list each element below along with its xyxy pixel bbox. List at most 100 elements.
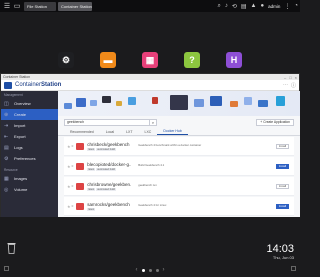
tab-lxt[interactable]: LXT bbox=[120, 130, 138, 135]
star-icon: ★ bbox=[67, 143, 71, 149]
desktop-page-nav: ‹ › bbox=[0, 263, 300, 277]
images-icon: ▦ bbox=[4, 175, 9, 182]
close-icon[interactable]: × bbox=[295, 75, 297, 80]
hd-icon[interactable]: H bbox=[226, 52, 242, 68]
page-dot[interactable] bbox=[148, 268, 152, 272]
list-item: ★ 0 chrisbrowne/geekben... latest automa… bbox=[64, 177, 294, 196]
menu-icon[interactable]: ☰ bbox=[2, 2, 12, 11]
username[interactable]: admin bbox=[268, 4, 280, 9]
result-list: ★ 0 chrisbeck/geekbench latest automated… bbox=[58, 137, 300, 216]
tag-badge: latest bbox=[87, 147, 96, 151]
sidebar-item-label: Logs bbox=[14, 145, 23, 150]
image-description: Geekbench 4 for Linux bbox=[138, 203, 167, 208]
tab-recommended[interactable]: Recommended bbox=[64, 130, 100, 135]
install-button[interactable]: Install bbox=[276, 163, 289, 169]
sidebar-item-preferences[interactable]: ⚙ Preferences bbox=[1, 153, 58, 164]
image-name[interactable]: blecopioted/docker-g... bbox=[87, 162, 131, 167]
next-page-icon[interactable]: › bbox=[163, 267, 165, 273]
app-name-bold: Station bbox=[41, 82, 62, 88]
sidebar-item-label: Images bbox=[14, 176, 28, 181]
tag-badge: latest bbox=[87, 167, 96, 171]
gear-icon[interactable]: ⚙ bbox=[58, 52, 74, 68]
create-icon: ⊕ bbox=[4, 111, 9, 118]
notification-icon[interactable]: ▲ bbox=[251, 3, 257, 9]
tab-docker-hub[interactable]: Docker Hub bbox=[157, 129, 188, 135]
window-title: Container Station bbox=[3, 75, 31, 79]
maximize-icon[interactable]: □ bbox=[289, 75, 291, 80]
more-icon[interactable]: ⋯ bbox=[283, 82, 288, 89]
list-item: ★ 0 chrisbeck/geekbench latest automated… bbox=[64, 137, 294, 156]
image-description: Geekbench 4 benchmark within a docker co… bbox=[138, 143, 202, 148]
sidebar-item-label: Volume bbox=[14, 187, 28, 192]
desktop-icon-row: ⚙ ▬ ▦ ? H bbox=[0, 52, 300, 72]
overview-icon: ◫ bbox=[4, 100, 9, 107]
info-icon[interactable]: ⓘ bbox=[291, 82, 296, 89]
help-icon[interactable]: ? bbox=[184, 52, 200, 68]
app-logo bbox=[4, 81, 12, 89]
docker-image-icon bbox=[76, 182, 85, 190]
sidebar-item-volume[interactable]: ◎ Volume bbox=[1, 184, 58, 195]
sidebar-section-management: Management bbox=[4, 93, 23, 97]
tab-bar: Recommended Local LXT LXC Docker Hub bbox=[58, 128, 300, 136]
app-center-icon[interactable]: ▦ bbox=[142, 52, 158, 68]
sidebar-item-label: Overview bbox=[14, 101, 31, 106]
search-icon[interactable]: ⌕ bbox=[150, 118, 157, 126]
sidebar-item-create[interactable]: ⊕ Create bbox=[1, 109, 58, 120]
main-panel: geekbench ⌕ + Create Application Recomme… bbox=[58, 91, 300, 217]
image-name[interactable]: chrisbeck/geekbench bbox=[87, 142, 131, 147]
taskbar-tab-file-station[interactable]: File Station bbox=[24, 1, 56, 11]
list-item: ★ 0 blecopioted/docker-g... latest autom… bbox=[64, 157, 294, 176]
folder-icon[interactable]: ▬ bbox=[100, 52, 116, 68]
sidebar-item-logs[interactable]: ▤ Logs bbox=[1, 142, 58, 153]
list-item: ★ 0 samrocks/geekbench latest Geekbench … bbox=[64, 197, 294, 216]
options-icon[interactable]: ⋮ bbox=[284, 3, 290, 10]
image-name[interactable]: chrisbrowne/geekben... bbox=[87, 182, 131, 187]
star-count: 0 bbox=[71, 204, 74, 208]
background-task-icon[interactable]: ⟲ bbox=[232, 3, 237, 10]
page-dot[interactable] bbox=[155, 268, 159, 272]
tab-local[interactable]: Local bbox=[100, 130, 120, 135]
sidebar-item-export[interactable]: ⇤ Export bbox=[1, 131, 58, 142]
logs-icon: ▤ bbox=[4, 144, 9, 151]
search-icon[interactable]: ⌕ bbox=[217, 3, 220, 10]
preferences-icon: ⚙ bbox=[4, 155, 9, 162]
show-desktop-icon[interactable]: ▭ bbox=[12, 2, 22, 11]
docker-image-icon bbox=[76, 162, 85, 170]
page-dot[interactable] bbox=[141, 268, 145, 272]
sidebar-item-overview[interactable]: ◫ Overview bbox=[1, 98, 58, 109]
image-name[interactable]: samrocks/geekbench bbox=[87, 202, 131, 207]
create-application-label: Create Application bbox=[263, 120, 290, 124]
user-icon[interactable]: ● bbox=[260, 3, 264, 9]
sidebar-item-label: Create bbox=[14, 112, 27, 117]
docker-image-icon bbox=[76, 142, 85, 150]
corner-button-right[interactable] bbox=[291, 266, 296, 271]
image-description: geekbench run bbox=[138, 183, 157, 188]
star-count: 0 bbox=[71, 164, 74, 168]
sidebar-item-label: Export bbox=[14, 134, 26, 139]
install-button[interactable]: Install bbox=[276, 203, 289, 209]
search-row: geekbench ⌕ + Create Application bbox=[58, 116, 300, 128]
install-button[interactable]: Install bbox=[276, 143, 289, 149]
tag-badge: automated build bbox=[96, 167, 117, 171]
create-application-button[interactable]: + Create Application bbox=[256, 118, 294, 126]
star-icon: ★ bbox=[67, 183, 71, 189]
sidebar-item-images[interactable]: ▦ Images bbox=[1, 173, 58, 184]
export-icon: ⇤ bbox=[4, 133, 9, 140]
volume-icon[interactable]: ♪ bbox=[225, 3, 228, 9]
prev-page-icon[interactable]: ‹ bbox=[136, 267, 138, 273]
external-device-icon[interactable]: ▤ bbox=[241, 3, 247, 10]
tab-lxc[interactable]: LXC bbox=[139, 130, 158, 135]
search-input[interactable]: geekbench bbox=[64, 118, 150, 126]
minimize-icon[interactable]: – bbox=[284, 75, 286, 80]
import-icon: ⇥ bbox=[4, 122, 9, 129]
taskbar-tab-container-station[interactable]: Container Station bbox=[58, 1, 92, 11]
star-count: 0 bbox=[71, 144, 74, 148]
sidebar-section-resource: Resource bbox=[4, 168, 18, 172]
dashboard-icon[interactable]: ◔ bbox=[294, 3, 298, 9]
plus-icon: + bbox=[260, 120, 263, 124]
system-topbar: ☰ ▭ File Station Container Station ⌕ ♪ ⟲… bbox=[0, 0, 300, 12]
sidebar-item-import[interactable]: ⇥ Import bbox=[1, 120, 58, 131]
app-name-light: Container bbox=[15, 82, 42, 88]
trash-icon[interactable] bbox=[7, 242, 16, 254]
install-button[interactable]: Install bbox=[276, 183, 289, 189]
